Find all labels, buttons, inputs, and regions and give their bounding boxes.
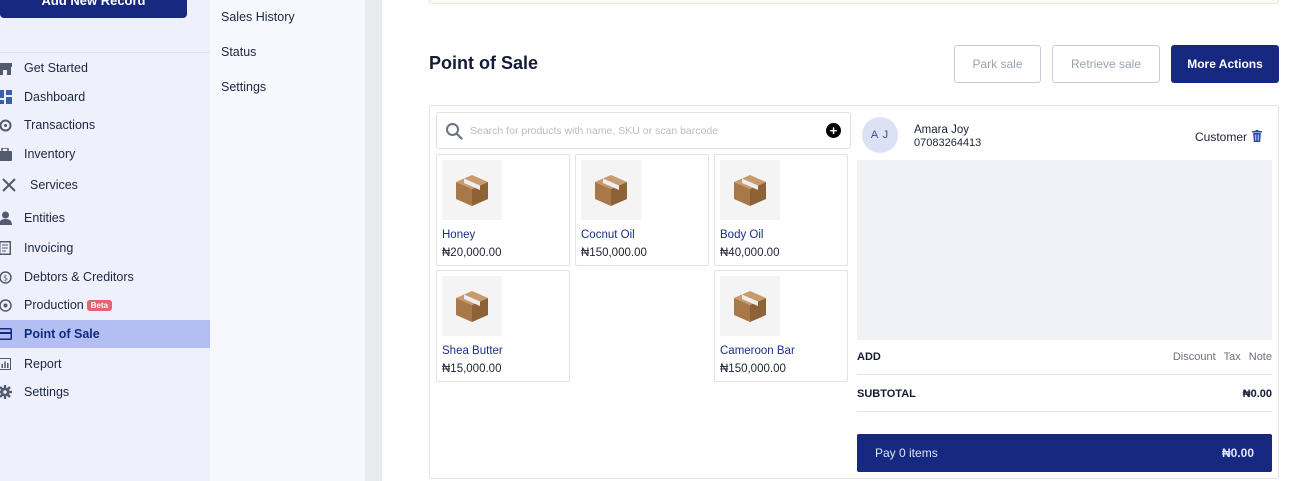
note-link[interactable]: Note (1249, 351, 1272, 363)
sidebar-item-label: Dashboard (24, 90, 86, 104)
box-icon (442, 276, 502, 336)
notice-banner (429, 0, 1279, 4)
tax-link[interactable]: Tax (1224, 351, 1241, 363)
sidebar-item-label: Settings (24, 385, 70, 399)
retrieve-sale-button[interactable]: Retrieve sale (1052, 45, 1160, 83)
discount-link[interactable]: Discount (1173, 351, 1216, 363)
submenu-item-status[interactable]: Status (221, 45, 256, 59)
sidebar-item-debtors-creditors[interactable]: $ Debtors & Creditors (0, 263, 210, 291)
sidebar-item-label: Report (24, 357, 62, 371)
pay-amount: ₦0.00 (1221, 446, 1254, 460)
scroll-gutter (365, 0, 382, 481)
sidebar-item-label: Inventory (24, 147, 76, 161)
product-price: ₦20,000.00 (442, 247, 502, 259)
sidebar-item-label: Production (24, 298, 84, 312)
add-new-record-button[interactable]: Add New Record (0, 0, 187, 18)
customer-label: Customer (1195, 130, 1248, 144)
product-card-honey[interactable]: Honey ₦20,000.00 (436, 154, 570, 266)
sidebar-item-label: Get Started (24, 61, 88, 75)
product-price: ₦150,000.00 (720, 363, 786, 375)
sidebar-item-services[interactable]: Services (0, 171, 210, 199)
product-card-body-oil[interactable]: Body Oil ₦40,000.00 (714, 154, 848, 266)
product-name: Shea Butter (442, 345, 503, 357)
avatar: A J (862, 117, 898, 153)
subtotal-label: SUBTOTAL (857, 388, 916, 400)
sidebar-item-inventory[interactable]: Inventory (0, 140, 210, 168)
pos-submenu: Sales History Status Settings (210, 0, 365, 481)
trash-icon[interactable] (1252, 130, 1262, 142)
sidebar-item-settings[interactable]: Settings (0, 378, 210, 406)
submenu-item-settings[interactable]: Settings (221, 80, 266, 94)
sidebar-item-entities[interactable]: Entities (0, 204, 210, 232)
production-icon (0, 298, 12, 312)
sidebar-item-dashboard[interactable]: Dashboard (0, 83, 210, 111)
product-name: Cameroon Bar (720, 345, 795, 357)
report-icon (0, 357, 12, 371)
beta-badge: Beta (86, 299, 113, 311)
customer-name: Amara Joy (914, 124, 969, 136)
box-icon (720, 160, 780, 220)
sidebar-item-invoicing[interactable]: Invoicing (0, 234, 210, 262)
search-icon (446, 122, 463, 140)
product-search: + (436, 112, 851, 149)
product-price: ₦40,000.00 (720, 247, 780, 259)
sidebar-item-transactions[interactable]: Transactions (0, 111, 210, 139)
box-icon (442, 160, 502, 220)
sidebar-item-label: Point of Sale (24, 327, 100, 341)
sidebar-item-label: Invoicing (24, 241, 74, 255)
invoice-icon (0, 241, 12, 255)
box-icon (720, 276, 780, 336)
debtors-icon: $ (0, 270, 12, 284)
divider (857, 411, 1272, 412)
customer-phone: 07083264413 (914, 137, 982, 149)
gear-icon (0, 385, 12, 399)
pay-button[interactable]: Pay 0 items ₦0.00 (857, 434, 1272, 472)
search-input[interactable] (470, 124, 810, 137)
more-actions-button[interactable]: More Actions (1171, 45, 1279, 83)
pay-label: Pay 0 items (875, 446, 938, 460)
briefcase-icon (0, 147, 12, 161)
park-sale-button[interactable]: Park sale (954, 45, 1041, 83)
sidebar-item-label: Transactions (24, 118, 96, 132)
box-icon (581, 160, 641, 220)
product-card-cameroon-bar[interactable]: Cameroon Bar ₦150,000.00 (714, 270, 848, 382)
product-card-shea-butter[interactable]: Shea Butter ₦15,000.00 (436, 270, 570, 382)
sidebar-item-get-started[interactable]: Get Started (0, 54, 210, 82)
sidebar-divider (0, 52, 210, 53)
person-icon (0, 211, 12, 225)
transactions-icon (0, 118, 12, 132)
add-label: ADD (857, 351, 881, 363)
sidebar: Add New Record Get Started Dashboard Tra… (0, 0, 210, 481)
page-title: Point of Sale (429, 53, 539, 73)
sidebar-item-production[interactable]: Production Beta (0, 291, 210, 319)
product-price: ₦150,000.00 (581, 247, 647, 259)
sidebar-item-point-of-sale[interactable]: Point of Sale (0, 320, 210, 348)
subtotal-value: ₦0.00 (1242, 388, 1272, 400)
product-price: ₦15,000.00 (442, 363, 502, 375)
svg-text:$: $ (2, 273, 7, 282)
submenu-item-sales-history[interactable]: Sales History (221, 10, 295, 24)
product-name: Cocnut Oil (581, 229, 635, 241)
sidebar-item-label: Entities (24, 211, 65, 225)
tools-icon (2, 178, 16, 192)
card-icon (0, 327, 12, 341)
divider (857, 374, 1272, 375)
cart-items-area (857, 160, 1272, 340)
product-name: Honey (442, 229, 476, 241)
dashboard-icon (0, 90, 12, 104)
product-card-cocnut-oil[interactable]: Cocnut Oil ₦150,000.00 (575, 154, 709, 266)
sidebar-item-label: Services (30, 178, 78, 192)
sidebar-item-label: Debtors & Creditors (24, 270, 134, 284)
add-product-icon[interactable]: + (826, 123, 841, 138)
sidebar-item-report[interactable]: Report (0, 350, 210, 378)
store-icon (0, 61, 12, 75)
product-name: Body Oil (720, 229, 764, 241)
cart-add-actions: Discount Tax Note (1173, 351, 1272, 363)
